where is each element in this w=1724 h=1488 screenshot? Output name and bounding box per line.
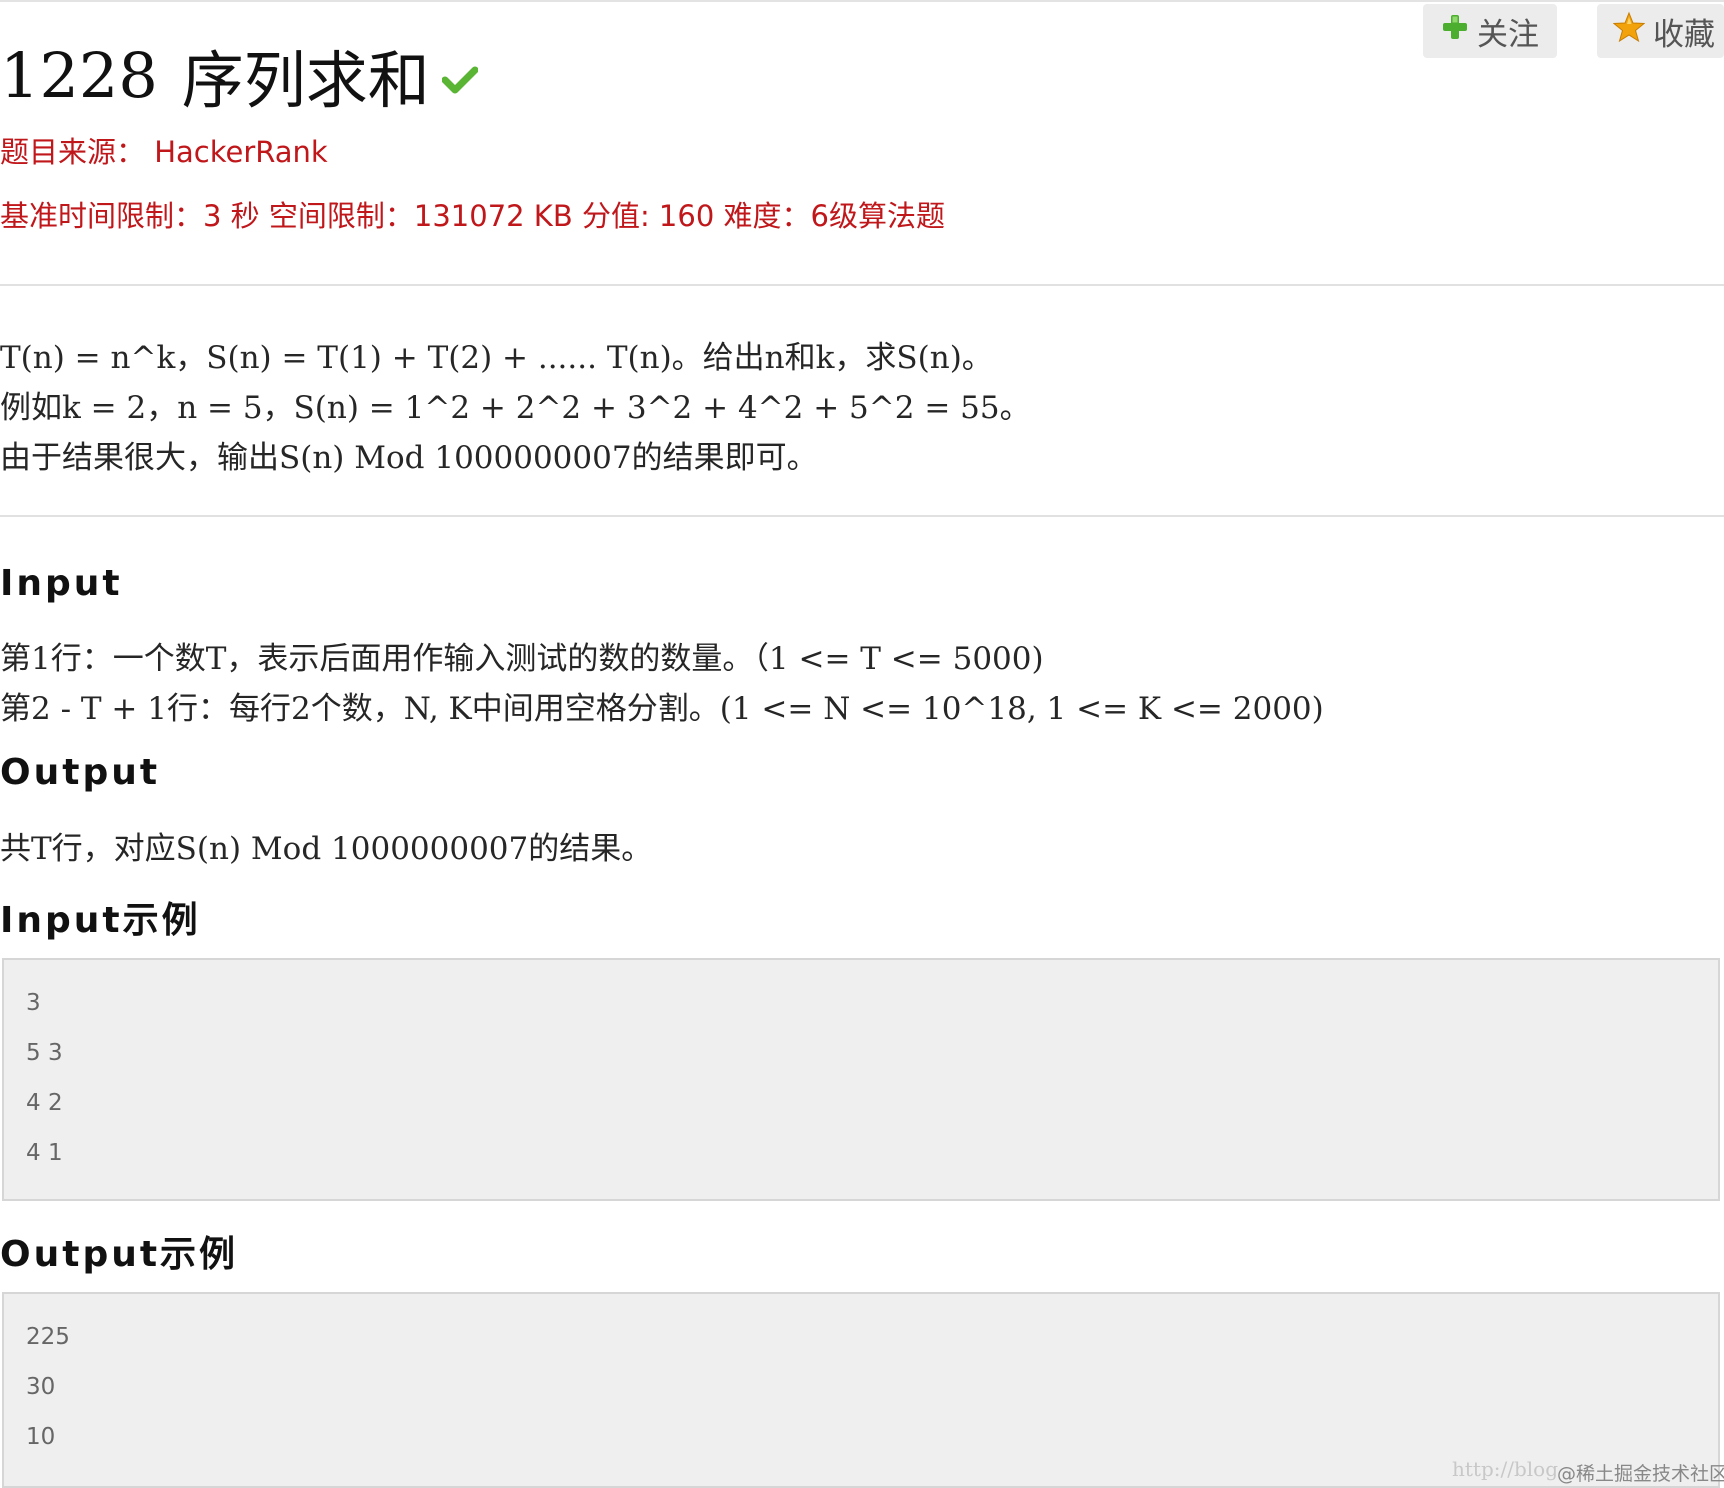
watermark-label: @稀土掘金技术社区 — [1557, 1463, 1724, 1485]
input-example-box: 3 5 3 4 2 4 1 — [2, 958, 1720, 1201]
input-example-heading: Input示例 — [0, 900, 201, 941]
follow-label: 关注 — [1477, 16, 1539, 53]
input-line: 第2 - T + 1行：每行2个数，N, K中间用空格分割。(1 <= N <=… — [0, 691, 1324, 727]
output-example-row: 10 — [26, 1424, 56, 1450]
output-example-row: 225 — [26, 1324, 70, 1350]
divider — [0, 515, 1724, 517]
check-icon — [441, 65, 479, 99]
top-divider — [0, 0, 1724, 2]
star-icon — [1612, 11, 1646, 51]
input-heading: Input — [0, 563, 123, 604]
input-example-row: 5 3 — [26, 1040, 63, 1066]
favorite-button[interactable]: 收藏 — [1597, 4, 1724, 58]
output-line: 共T行，对应S(n) Mod 1000000007的结果。 — [0, 831, 653, 867]
description-line: T(n) = n^k，S(n) = T(1) + T(2) + ...... T… — [0, 340, 993, 376]
problem-source: 题目来源： HackerRank — [0, 135, 328, 169]
divider — [0, 284, 1724, 286]
problem-number: 1228 — [0, 38, 158, 112]
output-heading: Output — [0, 752, 161, 793]
output-example-row: 30 — [26, 1374, 56, 1400]
input-example-row: 4 1 — [26, 1140, 63, 1166]
input-example-row: 4 2 — [26, 1090, 63, 1116]
description-line: 例如k = 2，n = 5，S(n) = 1^2 + 2^2 + 3^2 + 4… — [0, 390, 1031, 426]
problem-name: 序列求和 — [181, 44, 430, 117]
description-line: 由于结果很大，输出S(n) Mod 1000000007的结果即可。 — [0, 440, 818, 476]
problem-limits: 基准时间限制：3 秒 空间限制：131072 KB 分值: 160 难度：6级算… — [0, 199, 945, 233]
output-example-heading: Output示例 — [0, 1234, 239, 1275]
follow-button[interactable]: 关注 — [1423, 4, 1557, 58]
plus-icon — [1441, 13, 1469, 49]
input-example-row: 3 — [26, 990, 41, 1016]
input-line: 第1行：一个数T，表示后面用作输入测试的数的数量。（1 <= T <= 5000… — [0, 641, 1044, 677]
favorite-label: 收藏 — [1653, 16, 1715, 53]
page-title: 1228 序列求和 — [0, 30, 479, 120]
watermark-url: http://blog — [1452, 1457, 1559, 1481]
